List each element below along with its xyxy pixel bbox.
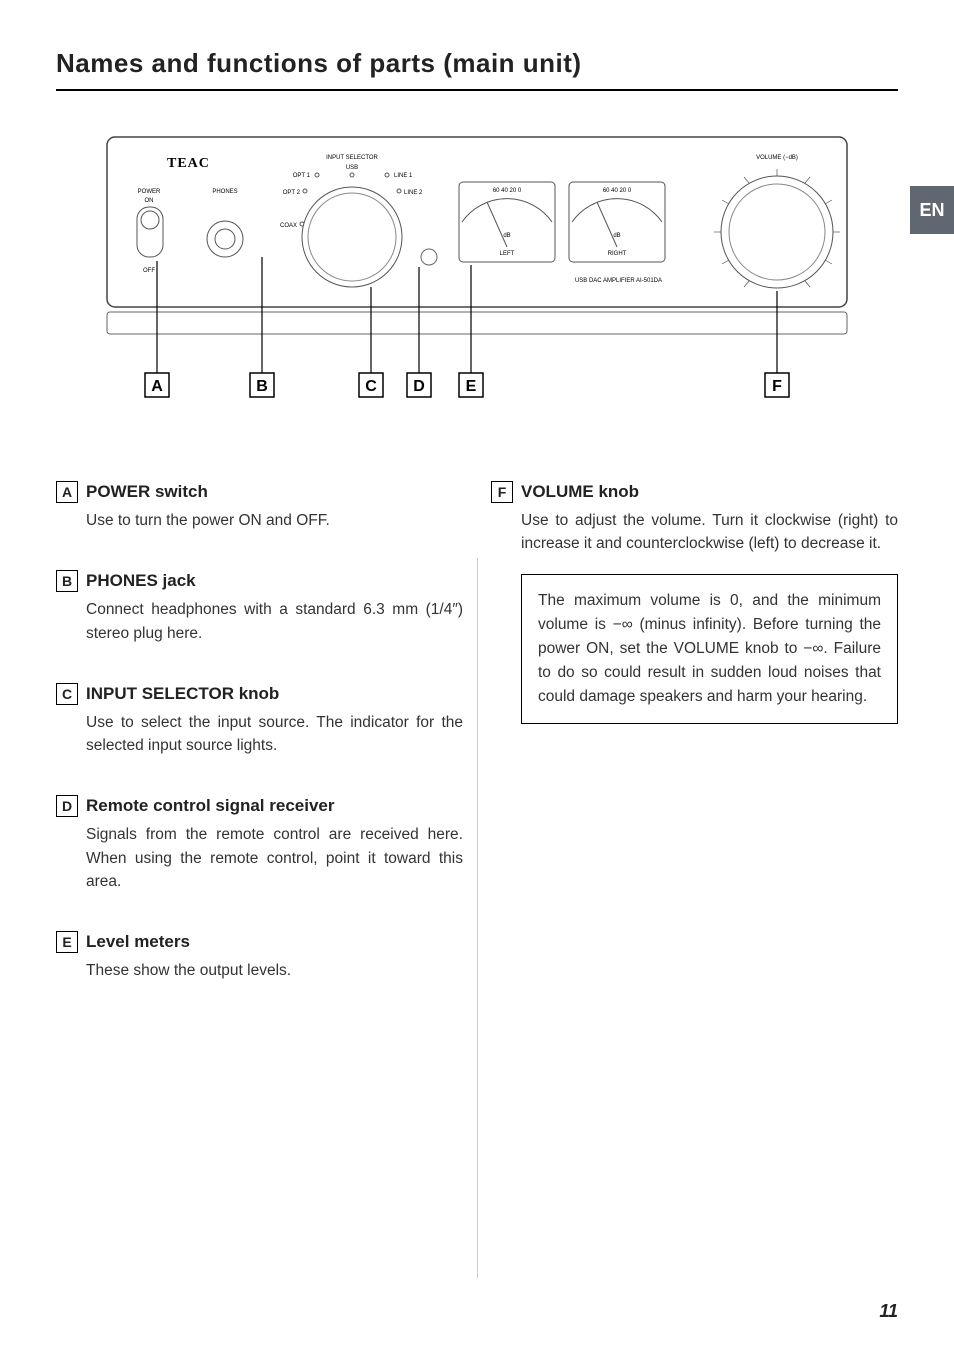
svg-text:F: F (772, 378, 782, 395)
entry-E-body: These show the output levels. (56, 959, 463, 982)
entry-C: C INPUT SELECTOR knob Use to select the … (56, 683, 463, 758)
svg-text:dB: dB (503, 233, 510, 239)
marker-D: D (56, 795, 78, 817)
entry-C-heading: C INPUT SELECTOR knob (56, 683, 463, 705)
svg-text:OFF: OFF (143, 268, 155, 274)
entry-A-title: POWER switch (86, 482, 208, 502)
svg-text:OPT 1: OPT 1 (293, 173, 311, 179)
entry-F: F VOLUME knob Use to adjust the volume. … (491, 481, 898, 724)
svg-text:C: C (365, 378, 377, 395)
brand-label: TEAC (167, 156, 210, 171)
language-tab[interactable]: EN (910, 186, 954, 234)
entry-F-heading: F VOLUME knob (491, 481, 898, 503)
svg-text:INPUT SELECTOR: INPUT SELECTOR (326, 155, 378, 161)
marker-B: B (56, 570, 78, 592)
svg-text:ON: ON (145, 198, 154, 204)
marker-A: A (56, 481, 78, 503)
description-columns: A POWER switch Use to turn the power ON … (56, 481, 898, 1020)
svg-text:B: B (256, 378, 268, 395)
svg-text:USB DAC AMPLIFIER AI-501DA: USB DAC AMPLIFIER AI-501DA (575, 278, 662, 284)
marker-C: C (56, 683, 78, 705)
svg-text:OPT 2: OPT 2 (283, 190, 301, 196)
svg-text:60 40 20 0: 60 40 20 0 (603, 188, 632, 194)
entry-B-title: PHONES jack (86, 571, 196, 591)
marker-E: E (56, 931, 78, 953)
entry-A: A POWER switch Use to turn the power ON … (56, 481, 463, 532)
entry-E-title: Level meters (86, 932, 190, 952)
entry-D: D Remote control signal receiver Signals… (56, 795, 463, 893)
entry-C-title: INPUT SELECTOR knob (86, 684, 279, 704)
page-number: 11 (879, 1301, 898, 1322)
entry-F-body: Use to adjust the volume. Turn it clockw… (491, 509, 898, 556)
svg-text:USB: USB (346, 165, 358, 171)
entry-B-body: Connect headphones with a standard 6.3 m… (56, 598, 463, 645)
entry-B: B PHONES jack Connect headphones with a … (56, 570, 463, 645)
svg-text:COAX: COAX (280, 223, 297, 229)
front-panel-diagram: TEAC POWER ON OFF PHONES INPUT SELECTOR … (97, 127, 857, 417)
svg-text:LINE 2: LINE 2 (404, 190, 423, 196)
svg-text:dB: dB (613, 233, 620, 239)
entry-F-note: The maximum volume is 0, and the minimum… (521, 574, 898, 724)
entry-D-heading: D Remote control signal receiver (56, 795, 463, 817)
entry-A-body: Use to turn the power ON and OFF. (56, 509, 463, 532)
svg-text:E: E (466, 378, 477, 395)
entry-A-heading: A POWER switch (56, 481, 463, 503)
svg-text:POWER: POWER (138, 189, 161, 195)
entry-E-heading: E Level meters (56, 931, 463, 953)
svg-text:D: D (413, 378, 425, 395)
entry-E: E Level meters These show the output lev… (56, 931, 463, 982)
svg-text:RIGHT: RIGHT (608, 251, 627, 257)
entry-D-title: Remote control signal receiver (86, 796, 334, 816)
svg-text:LINE 1: LINE 1 (394, 173, 413, 179)
svg-text:A: A (151, 378, 163, 395)
marker-F: F (491, 481, 513, 503)
svg-text:60 40 20 0: 60 40 20 0 (493, 188, 522, 194)
entry-D-body: Signals from the remote control are rece… (56, 823, 463, 893)
entry-F-title: VOLUME knob (521, 482, 639, 502)
entry-C-body: Use to select the input source. The indi… (56, 711, 463, 758)
entry-B-heading: B PHONES jack (56, 570, 463, 592)
svg-text:PHONES: PHONES (212, 189, 237, 195)
svg-text:LEFT: LEFT (500, 251, 515, 257)
svg-text:VOLUME (−dB): VOLUME (−dB) (756, 155, 798, 161)
page-title: Names and functions of parts (main unit) (56, 48, 898, 79)
title-rule (56, 89, 898, 91)
